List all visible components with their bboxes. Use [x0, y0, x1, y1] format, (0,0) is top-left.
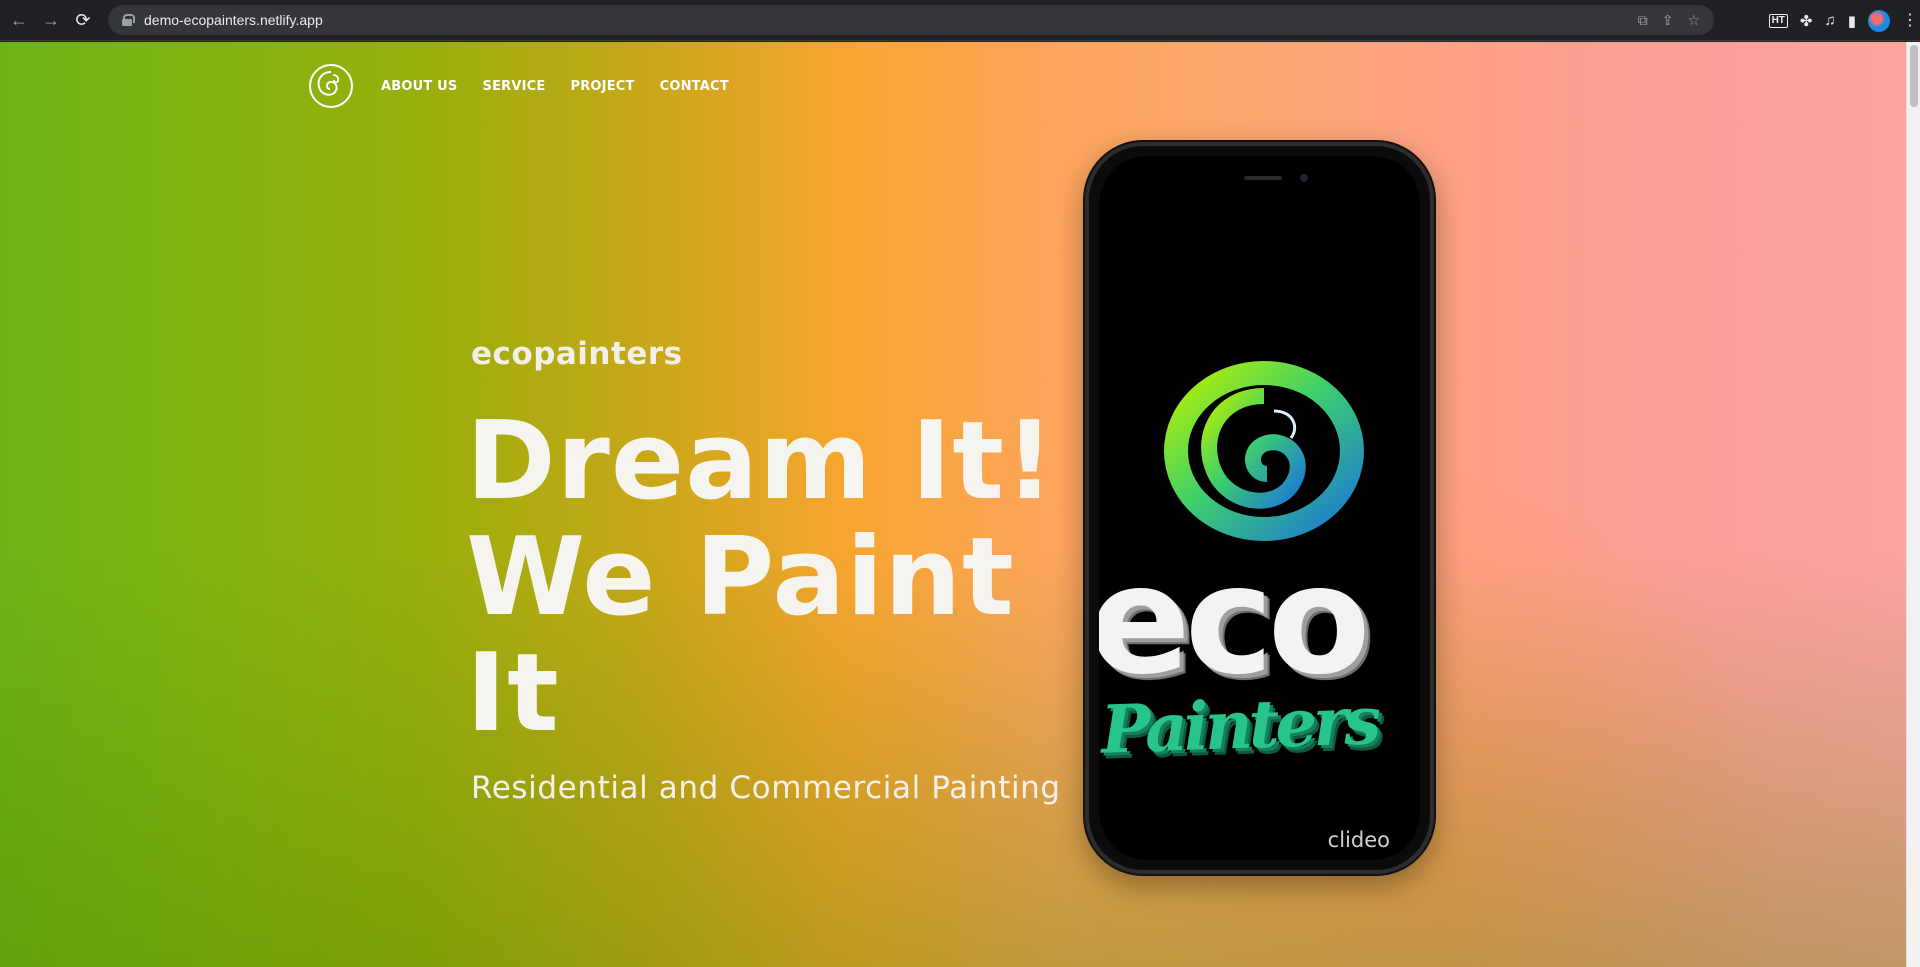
side-panel-icon[interactable]: ▮ [1848, 12, 1856, 30]
profile-avatar[interactable] [1868, 9, 1890, 32]
brand-name: ecopainters [471, 336, 683, 372]
phone-mockup: eco Painters clideo [1085, 142, 1434, 874]
ht-extension-icon[interactable]: HT [1768, 13, 1788, 28]
phone-video-screen[interactable]: eco Painters clideo [1099, 156, 1420, 860]
back-arrow-icon[interactable]: ← [6, 7, 32, 33]
site-nav: ABOUT US SERVICE PROJECT CONTACT [309, 64, 729, 108]
phone-painters-text: Painters [1099, 681, 1379, 769]
hero-headline: Dream It! We Paint It [466, 404, 1066, 752]
nav-contact[interactable]: CONTACT [660, 79, 729, 94]
headline-line-1: Dream It! [466, 399, 1056, 524]
ecopainters-logo-icon[interactable] [309, 64, 353, 108]
address-bar[interactable]: demo-ecopainters.netlify.app ⧉ ⇪ ☆ [108, 5, 1714, 35]
phone-eco-text: eco [1099, 534, 1371, 708]
headline-line-3: It [466, 631, 560, 756]
share-icon[interactable]: ⇪ [1662, 12, 1674, 29]
extensions-puzzle-icon[interactable]: ✤ [1800, 12, 1813, 30]
page-scrollbar[interactable] [1906, 42, 1920, 967]
nav-about-us[interactable]: ABOUT US [381, 79, 458, 94]
menu-kebab-icon[interactable]: ⋮ [1902, 13, 1918, 29]
reload-icon[interactable]: ⟳ [70, 7, 96, 33]
phone-camera [1300, 174, 1308, 182]
url-text[interactable]: demo-ecopainters.netlify.app [144, 12, 323, 28]
hero-tagline: Residential and Commercial Painting [471, 770, 1061, 806]
bookmark-star-icon[interactable]: ☆ [1687, 12, 1700, 29]
ecopainters-3d-logo-icon [1164, 361, 1364, 541]
media-control-icon[interactable]: ♫ [1824, 12, 1835, 29]
browser-toolbar: ← → ⟳ demo-ecopainters.netlify.app ⧉ ⇪ ☆… [0, 0, 1920, 41]
scrollbar-thumb[interactable] [1910, 45, 1918, 107]
lock-icon[interactable] [122, 14, 135, 26]
translate-icon[interactable]: ⧉ [1638, 12, 1648, 29]
nav-service[interactable]: SERVICE [483, 79, 546, 94]
clideo-watermark: clideo [1327, 828, 1390, 852]
headline-line-2: We Paint [466, 515, 1015, 640]
phone-speaker [1244, 176, 1282, 180]
forward-arrow-icon[interactable]: → [38, 7, 64, 33]
nav-project[interactable]: PROJECT [570, 79, 634, 94]
